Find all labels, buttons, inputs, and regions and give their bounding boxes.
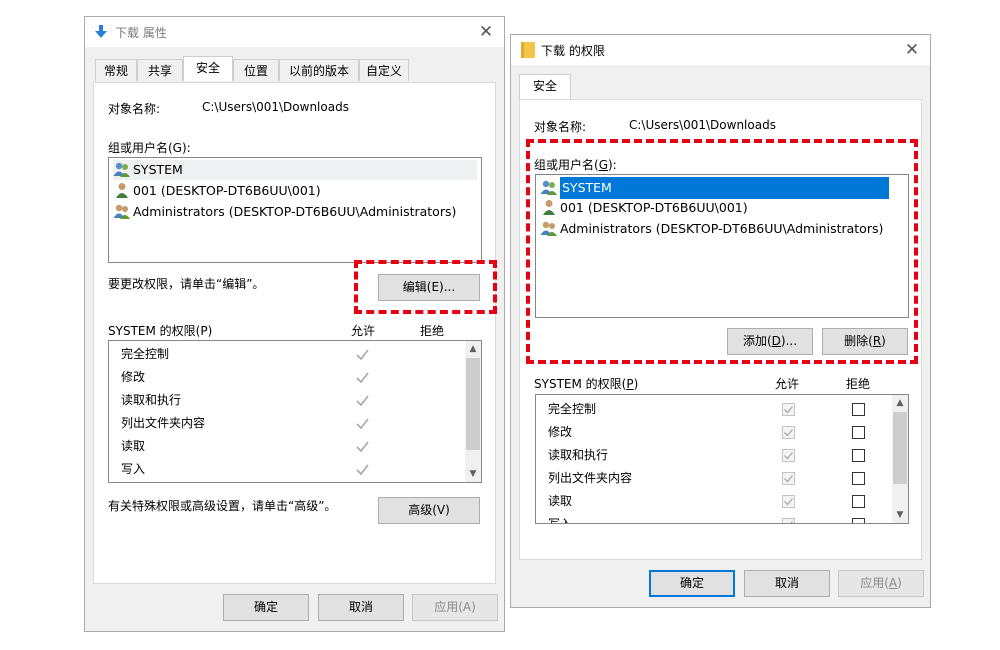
deny-checkbox[interactable] bbox=[852, 472, 865, 485]
list-item[interactable]: Administrators (DESKTOP-DT6B6UU\Administ… bbox=[113, 202, 477, 222]
permission-row: 读取和执行 bbox=[121, 393, 182, 407]
scroll-down-icon[interactable]: ▼ bbox=[892, 507, 908, 523]
title-bar: 下载 的权限 ✕ bbox=[511, 35, 930, 65]
permissions-scrollbar[interactable]: ▲ ▼ bbox=[892, 395, 908, 523]
allow-check-icon bbox=[356, 349, 369, 361]
tab-previous-versions[interactable]: 以前的版本 bbox=[279, 59, 359, 81]
deny-column-header: 拒绝 bbox=[846, 377, 871, 391]
object-name-value: C:\Users\001\Downloads bbox=[629, 118, 776, 132]
user-group-highlight bbox=[526, 139, 918, 364]
allow-check-icon bbox=[356, 395, 369, 407]
close-icon[interactable]: ✕ bbox=[900, 38, 924, 62]
apply-button[interactable]: 应用(A) bbox=[838, 570, 924, 597]
permissions-list: 完全控制 修改 读取和执行 列出文件夹内容 读取 写入 ▲ ▼ bbox=[535, 394, 909, 524]
list-item[interactable]: 001 (DESKTOP-DT6B6UU\001) bbox=[113, 181, 477, 201]
permission-row: 完全控制 bbox=[548, 402, 597, 416]
ok-button[interactable]: 确定 bbox=[223, 594, 309, 621]
tab-strip: 安全 bbox=[519, 74, 579, 101]
scroll-up-icon[interactable]: ▲ bbox=[465, 341, 481, 357]
permission-row: 修改 bbox=[548, 425, 573, 439]
allow-check-icon bbox=[356, 372, 369, 384]
tab-general[interactable]: 常规 bbox=[95, 59, 137, 81]
scroll-thumb[interactable] bbox=[893, 412, 907, 484]
allow-checkbox[interactable] bbox=[782, 472, 795, 485]
folder-icon bbox=[521, 42, 535, 61]
allow-column-header: 允许 bbox=[351, 324, 376, 338]
tab-security[interactable]: 安全 bbox=[183, 56, 233, 81]
object-name-label: 对象名称: bbox=[534, 120, 587, 134]
allow-check-icon bbox=[356, 464, 369, 476]
edit-hint-text: 要更改权限，请单击“编辑”。 bbox=[108, 277, 265, 291]
allow-checkbox[interactable] bbox=[782, 495, 795, 508]
user-icon bbox=[113, 182, 131, 198]
cancel-button[interactable]: 取消 bbox=[744, 570, 830, 597]
user-list[interactable]: SYSTEM 001 (DESKTOP-DT6B6UU\001) Adminis… bbox=[108, 157, 482, 263]
permissions-title: SYSTEM 的权限(P) bbox=[534, 377, 639, 391]
group-users-label: 组或用户名(G): bbox=[108, 141, 191, 155]
allow-checkbox[interactable] bbox=[782, 449, 795, 462]
security-panel: 对象名称: C:\Users\001\Downloads 组或用户名(G): S… bbox=[93, 82, 496, 584]
deny-checkbox[interactable] bbox=[852, 403, 865, 416]
close-icon[interactable]: ✕ bbox=[474, 20, 498, 44]
permission-row: 读取 bbox=[548, 494, 573, 508]
allow-checkbox[interactable] bbox=[782, 403, 795, 416]
permission-row: 完全控制 bbox=[121, 347, 170, 361]
tab-location[interactable]: 位置 bbox=[233, 59, 279, 81]
permission-row: 修改 bbox=[121, 370, 146, 384]
window-title: 下载 属性 bbox=[115, 26, 167, 40]
deny-column-header: 拒绝 bbox=[420, 324, 445, 338]
object-name-label: 对象名称: bbox=[108, 102, 161, 116]
permissions-scrollbar[interactable]: ▲ ▼ bbox=[465, 341, 481, 482]
properties-dialog: 下载 属性 ✕ 常规 共享 安全 位置 以前的版本 自定义 对象名称: C:\U… bbox=[84, 16, 505, 632]
ok-button[interactable]: 确定 bbox=[649, 570, 735, 597]
permission-row: 读取 bbox=[121, 439, 146, 453]
permission-row: 列出文件夹内容 bbox=[548, 471, 633, 485]
window-title: 下载 的权限 bbox=[541, 44, 605, 58]
permissions-list: 完全控制 修改 读取和执行 列出文件夹内容 读取 写入 ▲ ▼ bbox=[108, 340, 482, 483]
scroll-down-icon[interactable]: ▼ bbox=[465, 466, 481, 482]
user-group-icon bbox=[113, 203, 131, 219]
permissions-title: SYSTEM 的权限(P) bbox=[108, 324, 213, 338]
advanced-button[interactable]: 高级(V) bbox=[378, 497, 480, 524]
user-group-icon bbox=[113, 161, 131, 177]
permission-row: 读取和执行 bbox=[548, 448, 609, 462]
object-name-value: C:\Users\001\Downloads bbox=[202, 100, 349, 114]
download-arrow-icon bbox=[94, 25, 108, 42]
allow-checkbox[interactable] bbox=[782, 426, 795, 439]
deny-checkbox[interactable] bbox=[852, 426, 865, 439]
scroll-up-icon[interactable]: ▲ bbox=[892, 395, 908, 411]
edit-button-highlight bbox=[354, 260, 497, 314]
tab-customize[interactable]: 自定义 bbox=[359, 59, 409, 81]
deny-checkbox[interactable] bbox=[852, 449, 865, 462]
cancel-button[interactable]: 取消 bbox=[318, 594, 404, 621]
apply-button[interactable]: 应用(A) bbox=[412, 594, 498, 621]
allow-column-header: 允许 bbox=[775, 377, 800, 391]
list-item[interactable]: SYSTEM bbox=[113, 160, 477, 180]
allow-check-icon bbox=[356, 418, 369, 430]
deny-checkbox[interactable] bbox=[852, 495, 865, 508]
title-bar: 下载 属性 ✕ bbox=[85, 17, 504, 47]
scroll-thumb[interactable] bbox=[466, 358, 480, 450]
tab-security[interactable]: 安全 bbox=[519, 74, 571, 99]
permission-row: 列出文件夹内容 bbox=[121, 416, 206, 430]
allow-checkbox[interactable] bbox=[782, 518, 795, 524]
tab-strip: 常规 共享 安全 位置 以前的版本 自定义 bbox=[95, 56, 495, 83]
deny-checkbox[interactable] bbox=[852, 518, 865, 524]
permission-row: 写入 bbox=[548, 517, 573, 524]
tab-sharing[interactable]: 共享 bbox=[137, 59, 183, 81]
advanced-hint-text: 有关特殊权限或高级设置，请单击“高级”。 bbox=[108, 499, 337, 513]
permission-row: 写入 bbox=[121, 462, 146, 476]
allow-check-icon bbox=[356, 441, 369, 453]
